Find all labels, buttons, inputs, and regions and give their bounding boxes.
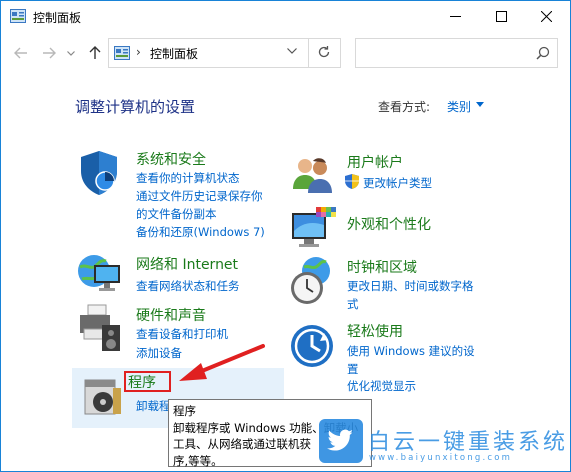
breadcrumb-control-panel[interactable]: 控制面板 — [150, 45, 198, 62]
chevron-down-icon — [67, 50, 75, 56]
highlight-box — [124, 371, 171, 392]
view-by-label: 查看方式: — [378, 100, 431, 114]
link-change-date-time-cont[interactable]: 式 — [347, 296, 359, 312]
category-clock-region[interactable]: 时钟和区域 — [347, 257, 417, 277]
printer-icon[interactable] — [76, 303, 126, 353]
link-windows-suggest-cont[interactable]: 置 — [347, 361, 359, 377]
close-button[interactable] — [523, 1, 569, 32]
shield-icon[interactable] — [77, 149, 121, 197]
link-change-date-time[interactable]: 更改日期、时间或数字格 — [347, 278, 474, 294]
address-bar[interactable]: › 控制面板 — [108, 38, 341, 68]
uac-shield-icon — [345, 174, 359, 189]
close-icon — [540, 11, 552, 22]
arrow-up-icon — [89, 46, 101, 59]
link-add-device[interactable]: 添加设备 — [136, 345, 182, 361]
title-bar[interactable]: 控制面板 — [1, 1, 570, 32]
link-windows-suggest[interactable]: 使用 Windows 建议的设 — [347, 343, 475, 359]
arrow-right-icon — [43, 47, 56, 59]
link-devices-printers[interactable]: 查看设备和打印机 — [136, 326, 228, 342]
minimize-icon — [449, 16, 461, 17]
watermark-url: www.baiyunxitong.com — [369, 453, 513, 463]
link-backup-restore[interactable]: 备份和还原(Windows 7) — [136, 224, 265, 240]
forward-button[interactable] — [39, 43, 59, 63]
search-icon — [536, 46, 550, 60]
link-file-history[interactable]: 通过文件历史记录保存你 — [136, 188, 263, 204]
category-ease-of-access[interactable]: 轻松使用 — [347, 321, 403, 341]
link-uninstall-program[interactable]: 卸载程 — [136, 398, 171, 414]
link-view-computer-status[interactable]: 查看你的计算机状态 — [136, 170, 240, 186]
users-icon[interactable] — [291, 155, 335, 195]
recent-locations-button[interactable] — [61, 43, 81, 63]
twitter-bird-icon — [319, 419, 363, 463]
network-icon[interactable] — [74, 251, 124, 297]
clock-globe-icon[interactable] — [288, 255, 338, 307]
breadcrumb-separator[interactable]: › — [136, 45, 141, 59]
programs-icon[interactable] — [83, 374, 125, 418]
monitor-palette-icon[interactable] — [290, 205, 338, 251]
address-divider — [308, 39, 309, 67]
control-panel-icon — [10, 9, 26, 23]
window-title: 控制面板 — [33, 11, 82, 25]
page-heading: 调整计算机的设置 — [75, 98, 196, 116]
link-change-account-type[interactable]: 更改帐户类型 — [363, 175, 432, 191]
up-button[interactable] — [85, 43, 105, 63]
category-appearance[interactable]: 外观和个性化 — [347, 214, 431, 234]
view-by-dropdown-icon[interactable] — [476, 102, 484, 107]
category-hardware-sound[interactable]: 硬件和声音 — [136, 305, 206, 325]
link-optimize-display[interactable]: 优化视觉显示 — [347, 378, 416, 394]
control-panel-small-icon — [114, 46, 130, 60]
address-dropdown-icon[interactable] — [287, 48, 297, 54]
watermark-text: 白云一键重装系统 — [368, 430, 569, 455]
link-network-status[interactable]: 查看网络状态和任务 — [136, 278, 240, 294]
minimize-button[interactable] — [432, 1, 478, 32]
link-file-history-cont[interactable]: 的文件备份副本 — [136, 206, 217, 222]
category-system-security[interactable]: 系统和安全 — [136, 149, 206, 169]
category-user-accounts[interactable]: 用户帐户 — [347, 152, 403, 172]
arrow-left-icon — [14, 47, 27, 59]
watermark: 白云一键重装系统 www.baiyunxitong.com — [311, 415, 569, 469]
refresh-icon[interactable] — [317, 45, 331, 59]
maximize-icon — [495, 11, 507, 22]
view-by-dropdown[interactable]: 类别 — [447, 98, 471, 115]
back-button[interactable] — [11, 43, 31, 63]
search-box[interactable] — [355, 38, 558, 68]
category-network-internet[interactable]: 网络和 Internet — [136, 254, 238, 274]
control-panel-window: 控制面板 › 控制面板 调整计算机的设置 查看方式: 类别 系统和安全 查看你的… — [0, 0, 571, 472]
ease-of-access-icon[interactable] — [289, 323, 335, 369]
maximize-button[interactable] — [478, 1, 524, 32]
